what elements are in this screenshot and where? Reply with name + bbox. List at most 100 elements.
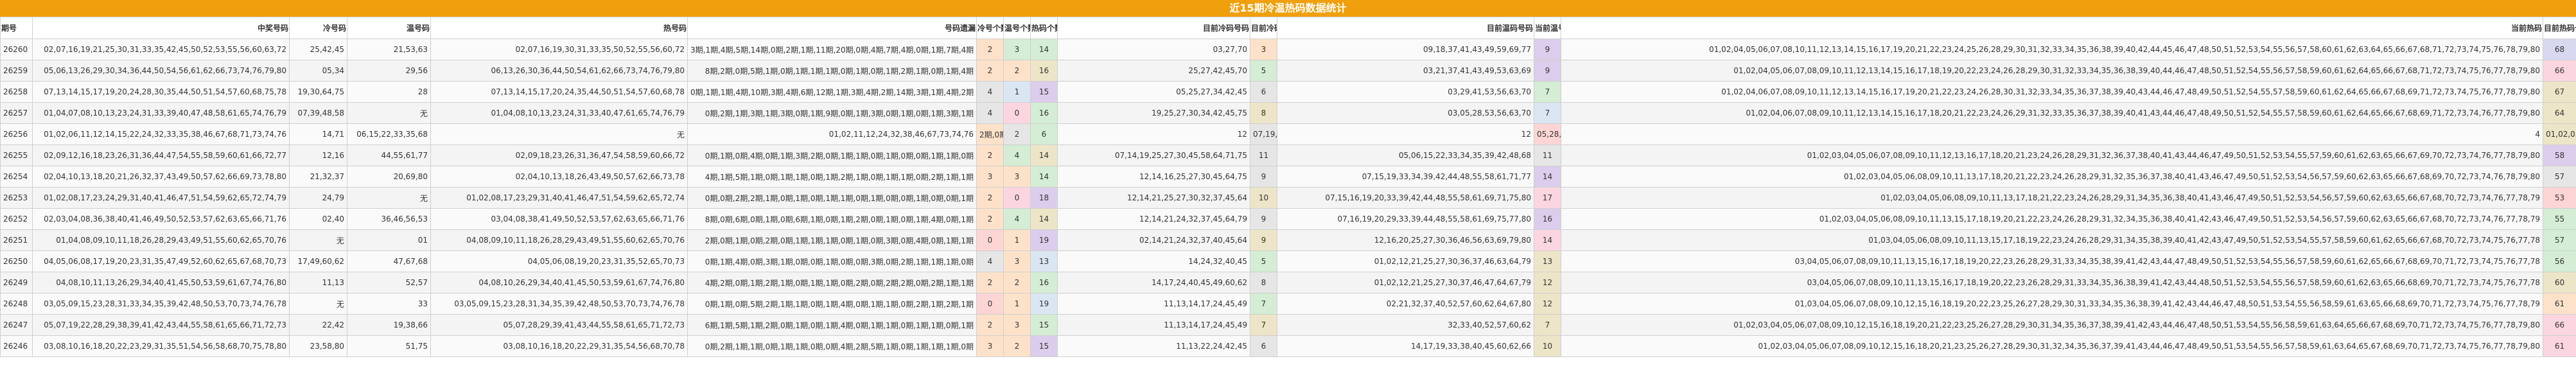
- cell-current-cold-count: 9: [1250, 208, 1277, 230]
- cell-miss-count: 3期,1期,4期,5期,14期,0期,2期,1期,11期,20期,0期,4期,7…: [687, 39, 977, 60]
- cell-current-warm-count: 7: [1534, 102, 1561, 124]
- cell-warm-count: 4: [1003, 208, 1031, 230]
- cell-current-warm-numbers: 14,17,19,33,38,40,45,60,62,66: [1277, 335, 1534, 357]
- cell-hot-count: 16: [1030, 272, 1058, 294]
- cell-hot-numbers: 01,04,08,10,13,23,24,31,33,40,47,61,65,7…: [430, 102, 688, 124]
- cell-hot-numbers: 01,02,08,17,23,29,31,40,41,46,47,51,54,5…: [430, 187, 688, 209]
- cell-cold-count: 3: [976, 166, 1004, 188]
- cell-miss-count: 6期,1期,5期,1期,2期,0期,1期,0期,1期,4期,0期,1期,1期,0…: [687, 314, 977, 336]
- cell-current-warm-count: 9: [1534, 60, 1561, 82]
- cell-warm-numbers: 47,67,68: [347, 250, 431, 272]
- cell-cold-numbers: 无: [289, 229, 347, 251]
- cell-winning-numbers: 02,03,04,08,36,38,40,41,46,49,50,52,53,5…: [32, 208, 290, 230]
- cell-current-cold-count: 6: [1250, 335, 1277, 357]
- cell-current-cold-numbers: 02,14,21,24,32,37,40,45,64: [1057, 229, 1250, 251]
- cell-warm-numbers: 36,46,56,53: [347, 208, 431, 230]
- cell-cold-numbers: 24,79: [289, 187, 347, 209]
- cell-period: 26246: [0, 335, 33, 357]
- cell-hot-numbers: 06,13,26,30,36,44,50,54,61,62,66,73,74,7…: [430, 60, 688, 82]
- cell-warm-count: 1: [1003, 229, 1031, 251]
- cell-cold-count: 2: [976, 314, 1004, 336]
- header-row: 期号中奖号码冷号码温号码热号码号码遗漏冷号个数温号个数热码个数目前冷码号码目前冷…: [0, 17, 2576, 39]
- cell-current-warm-count: 9: [1534, 39, 1561, 60]
- cell-current-hot-numbers: 03,04,05,06,07,08,09,10,11,13,15,16,17,1…: [1561, 272, 2543, 294]
- cell-cold-numbers: 12,16: [289, 145, 347, 166]
- cell-current-hot-count: 68: [2543, 39, 2576, 60]
- cell-current-cold-numbers: 25,27,42,45,70: [1057, 60, 1250, 82]
- cell-miss-count: 0期,1期,4期,0期,3期,1期,0期,0期,1期,0期,0期,3期,0期,2…: [687, 250, 977, 272]
- cell-current-warm-numbers: 01,02,12,21,25,27,30,37,46,47,64,67,79: [1277, 272, 1534, 294]
- cell-current-warm-numbers: 02,21,32,37,40,52,57,60,62,64,67,80: [1277, 293, 1534, 315]
- header-period: 期号: [0, 17, 33, 39]
- cell-cold-numbers: 02,40: [289, 208, 347, 230]
- cell-current-hot-count: 61: [2543, 335, 2576, 357]
- cell-cold-count: 4: [976, 250, 1004, 272]
- cell-current-hot-count: 01,02,03,04,06,08,09,10,11,12,13,14,15,1…: [2543, 123, 2576, 145]
- cell-miss-count: 0期,1期,0期,5期,2期,1期,1期,0期,1期,4期,0期,1期,1期,0…: [687, 293, 977, 315]
- cell-hot-numbers: 02,07,16,19,30,31,33,35,50,52,55,56,60,7…: [430, 39, 688, 60]
- cell-current-warm-count: 7: [1534, 81, 1561, 103]
- cell-warm-numbers: 无: [347, 187, 431, 209]
- cell-current-cold-numbers: 11,13,22,24,42,45: [1057, 335, 1250, 357]
- cell-current-warm-count: 16: [1534, 208, 1561, 230]
- header-current-cold-numbers: 目前冷码号码: [1057, 17, 1250, 39]
- cell-warm-count: 0: [1003, 102, 1031, 124]
- cell-current-cold-count: 9: [1250, 166, 1277, 188]
- cell-period: 26248: [0, 293, 33, 315]
- cell-hot-count: 19: [1030, 293, 1058, 315]
- cell-cold-numbers: 14,71: [289, 123, 347, 145]
- cell-period: 26255: [0, 145, 33, 166]
- header-current-hot-numbers: 当前热码: [1561, 17, 2543, 39]
- cell-cold-count: 3: [976, 335, 1004, 357]
- cell-current-hot-count: 66: [2543, 314, 2576, 336]
- cell-cold-count: 2: [976, 208, 1004, 230]
- cell-cold-numbers: 25,42,45: [289, 39, 347, 60]
- cell-miss-count: 0期,1期,0期,4期,0期,1期,3期,2期,0期,1期,1期,0期,1期,0…: [687, 145, 977, 166]
- cell-warm-count: 2: [1003, 335, 1031, 357]
- cell-warm-count: 3: [1003, 250, 1031, 272]
- header-warm-numbers: 温号码: [347, 17, 431, 39]
- cell-hot-count: 14: [1030, 145, 1058, 166]
- cell-hot-numbers: 03,08,10,16,18,20,22,29,31,35,54,56,68,7…: [430, 335, 688, 357]
- cell-cold-count: 4: [976, 81, 1004, 103]
- cell-winning-numbers: 02,04,10,13,18,20,21,26,32,37,43,49,50,5…: [32, 166, 290, 188]
- cell-period: 26253: [0, 187, 33, 209]
- cell-miss-count: 0期,2期,1期,3期,1期,3期,0期,1期,9期,0期,1期,3期,0期,1…: [687, 102, 977, 124]
- cell-hot-numbers: 04,08,09,10,11,18,26,28,29,43,49,51,55,6…: [430, 229, 688, 251]
- cell-cold-count: 2: [976, 39, 1004, 60]
- cell-current-cold-count: 07,19,25,27,30,39,42,45,48,58,64,75: [1250, 123, 1277, 145]
- cell-warm-numbers: 29,56: [347, 60, 431, 82]
- cell-miss-count: 0期,2期,1期,1期,0期,1期,1期,0期,0期,4期,2期,5期,1期,0…: [687, 335, 977, 357]
- cell-period: 26257: [0, 102, 33, 124]
- cell-current-warm-numbers: 05,06,15,22,33,34,35,39,42,48,68: [1277, 145, 1534, 166]
- cell-warm-numbers: 28: [347, 81, 431, 103]
- table-row: 26255 02,09,12,16,18,23,26,31,36,44,47,54…: [0, 145, 2576, 166]
- cell-cold-numbers: 05,34: [289, 60, 347, 82]
- cell-current-hot-numbers: 01,02,03,04,05,06,07,08,09,10,11,12,13,1…: [1561, 145, 2543, 166]
- cell-current-warm-count: 12: [1534, 272, 1561, 294]
- cell-current-warm-numbers: 32,33,40,52,57,60,62: [1277, 314, 1534, 336]
- cell-current-cold-numbers: 12,14,21,24,32,37,45,64,79: [1057, 208, 1250, 230]
- cell-warm-numbers: 无: [347, 102, 431, 124]
- cell-warm-count: 0: [1003, 187, 1031, 209]
- cell-current-warm-count: 05,28,34,70: [1534, 123, 1561, 145]
- cell-current-cold-count: 5: [1250, 60, 1277, 82]
- cell-current-warm-count: 13: [1534, 250, 1561, 272]
- cell-current-hot-numbers: 01,02,04,05,06,07,08,09,10,11,12,13,14,1…: [1561, 60, 2543, 82]
- cell-winning-numbers: 04,05,06,08,17,19,20,23,31,35,47,49,52,6…: [32, 250, 290, 272]
- cell-warm-numbers: 19,38,66: [347, 314, 431, 336]
- cell-cold-count: 2期,0期,5期,1期,0期,1期,0期,1期,1期,0期,1期,0期,1期,1…: [976, 123, 1004, 145]
- cell-warm-count: 2: [1003, 272, 1031, 294]
- cell-winning-numbers: 07,13,14,15,17,19,20,24,28,30,35,44,50,5…: [32, 81, 290, 103]
- cell-period: 26249: [0, 272, 33, 294]
- cell-cold-numbers: 21,32,37: [289, 166, 347, 188]
- cell-current-cold-numbers: 03,27,70: [1057, 39, 1250, 60]
- cell-winning-numbers: 05,06,13,26,29,30,34,36,44,50,54,56,61,6…: [32, 60, 290, 82]
- cell-current-warm-count: 14: [1534, 229, 1561, 251]
- cell-warm-numbers: 06,15,22,33,35,68: [347, 123, 431, 145]
- table-title: 近15期冷温热码数据统计: [0, 0, 2576, 17]
- cell-current-hot-count: 64: [2543, 102, 2576, 124]
- cell-hot-count: 16: [1030, 102, 1058, 124]
- cell-warm-count: 1: [1003, 81, 1031, 103]
- cell-current-cold-numbers: 19,25,27,30,34,42,45,75: [1057, 102, 1250, 124]
